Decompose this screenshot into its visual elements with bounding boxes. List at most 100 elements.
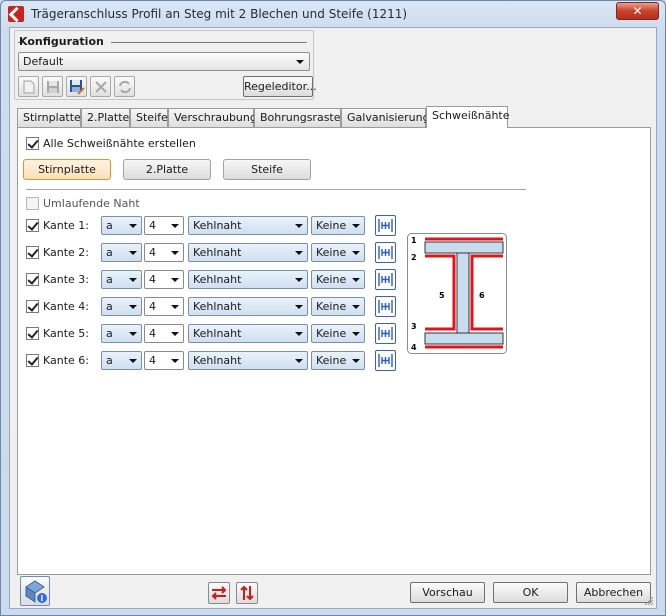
- kante-1-label: Kante 1:: [43, 219, 90, 232]
- delete-config-button[interactable]: [90, 76, 111, 97]
- swap-vertical-button[interactable]: [236, 582, 258, 604]
- kante-5-type-select[interactable]: a: [101, 324, 142, 343]
- kante-3-seam-select[interactable]: Kehlnaht: [188, 270, 308, 289]
- info-button[interactable]: i: [20, 576, 50, 606]
- kante-4-weld-symbol-button[interactable]: [375, 296, 396, 317]
- kante-3-weld-symbol-button[interactable]: [375, 269, 396, 290]
- save-icon: [46, 81, 59, 93]
- chevron-down-icon: [171, 359, 179, 363]
- kante-5-weld-symbol-button[interactable]: [375, 323, 396, 344]
- vorschau-button[interactable]: Vorschau: [410, 582, 485, 603]
- kante-5-seam-value: Kehlnaht: [193, 327, 242, 340]
- kante-5-seam-select[interactable]: Kehlnaht: [188, 324, 308, 343]
- kante-4-seam-select[interactable]: Kehlnaht: [188, 297, 308, 316]
- kante-5-label: Kante 5:: [43, 327, 90, 340]
- kante-1-seam-select[interactable]: Kehlnaht: [188, 216, 308, 235]
- kante-6-seam-select[interactable]: Kehlnaht: [188, 351, 308, 370]
- kante-1-weld-symbol-button[interactable]: [375, 215, 396, 236]
- svg-text:i: i: [41, 594, 44, 603]
- kante-3-checkbox[interactable]: [26, 273, 39, 286]
- kante-6-seam-value: Kehlnaht: [193, 354, 242, 367]
- tab-stirnplatte[interactable]: Stirnplatte: [17, 108, 81, 127]
- kante-5-checkbox[interactable]: [26, 327, 39, 340]
- refresh-config-button[interactable]: [114, 76, 135, 97]
- kante-2-extra-select[interactable]: Keine: [311, 243, 365, 262]
- config-legend: Konfiguration: [19, 35, 104, 48]
- steife-button[interactable]: Steife: [223, 159, 311, 180]
- info-document-icon: i: [25, 580, 47, 603]
- tab-2-platte[interactable]: 2.Platte: [81, 108, 130, 127]
- new-config-button[interactable]: [18, 76, 39, 97]
- tab-schweissnaehte[interactable]: Schweißnähte: [426, 106, 510, 128]
- chevron-down-icon: [352, 332, 360, 336]
- kante-3-type-select[interactable]: a: [101, 270, 142, 289]
- weld-symbol-icon: [378, 273, 393, 286]
- stirnplatte-button[interactable]: Stirnplatte: [23, 159, 111, 180]
- kante-5-size-value: 4: [149, 327, 156, 340]
- save-config-button[interactable]: [42, 76, 63, 97]
- resize-grip-icon[interactable]: [644, 596, 654, 606]
- kante-6-extra-select[interactable]: Keine: [311, 351, 365, 370]
- chevron-down-icon: [295, 224, 303, 228]
- kante-2-type-select[interactable]: a: [101, 243, 142, 262]
- kante-3-size-select[interactable]: 4: [144, 270, 184, 289]
- tab-steife[interactable]: Steife: [130, 108, 168, 127]
- kante-5-size-select[interactable]: 4: [144, 324, 184, 343]
- kante-4-checkbox[interactable]: [26, 300, 39, 313]
- kante-2-weld-symbol-button[interactable]: [375, 242, 396, 263]
- kante-1-size-select[interactable]: 4: [144, 216, 184, 235]
- kante-5-type-value: a: [106, 327, 113, 340]
- kante-2-size-select[interactable]: 4: [144, 243, 184, 262]
- separator: [26, 189, 526, 190]
- ok-button[interactable]: OK: [493, 582, 568, 603]
- kante-2-checkbox[interactable]: [26, 246, 39, 259]
- chevron-down-icon: [296, 60, 304, 64]
- kante-6-weld-symbol-button[interactable]: [375, 350, 396, 371]
- kante-4-extra-select[interactable]: Keine: [311, 297, 365, 316]
- kante-5-extra-value: Keine: [316, 327, 347, 340]
- tab-verschraubung[interactable]: Verschraubung: [168, 108, 257, 127]
- refresh-icon: [118, 80, 131, 94]
- save-as-config-button[interactable]: [66, 76, 87, 97]
- config-frame-line: [111, 42, 307, 43]
- kante-5-extra-select[interactable]: Keine: [311, 324, 365, 343]
- web-shape: [456, 252, 470, 334]
- swap-horizontal-button[interactable]: [208, 582, 230, 604]
- tab-bohrungsraster[interactable]: Bohrungsraster: [254, 108, 345, 127]
- kante-1-checkbox[interactable]: [26, 219, 39, 232]
- kante-1-type-select[interactable]: a: [101, 216, 142, 235]
- kante-4-size-select[interactable]: 4: [144, 297, 184, 316]
- 2-platte-button[interactable]: 2.Platte: [123, 159, 211, 180]
- kante-3-size-value: 4: [149, 273, 156, 286]
- kante-6-size-select[interactable]: 4: [144, 351, 184, 370]
- diagram-label-2: 2: [411, 253, 417, 262]
- bottom-flange-shape: [424, 332, 504, 345]
- save-as-icon: [69, 80, 85, 95]
- kante-1-extra-select[interactable]: Keine: [311, 216, 365, 235]
- kante-4-type-select[interactable]: a: [101, 297, 142, 316]
- kante-6-size-value: 4: [149, 354, 156, 367]
- kante-3-seam-value: Kehlnaht: [193, 273, 242, 286]
- kante-6-type-select[interactable]: a: [101, 351, 142, 370]
- chevron-down-icon: [171, 278, 179, 282]
- kante-6-type-value: a: [106, 354, 113, 367]
- kante-2-type-value: a: [106, 246, 113, 259]
- regeleditor-button[interactable]: Regeleditor...: [243, 76, 317, 97]
- config-select[interactable]: Default: [18, 52, 310, 71]
- kante-3-type-value: a: [106, 273, 113, 286]
- kante-4-label: Kante 4:: [43, 300, 90, 313]
- chevron-down-icon: [171, 224, 179, 228]
- abbrechen-button[interactable]: Abbrechen: [576, 582, 651, 603]
- alle-schweissnaehte-checkbox[interactable]: [26, 137, 39, 150]
- umlaufende-naht-checkbox[interactable]: [26, 197, 39, 210]
- kante-6-checkbox[interactable]: [26, 354, 39, 367]
- tab-galvanisierung[interactable]: Galvanisierung: [341, 108, 430, 127]
- title-bar[interactable]: Trägeranschluss Profil an Steg mit 2 Ble…: [1, 1, 665, 27]
- diagram-label-6: 6: [479, 291, 485, 300]
- kante-1-extra-value: Keine: [316, 219, 347, 232]
- close-button[interactable]: ✕: [616, 2, 659, 20]
- kante-3-extra-select[interactable]: Keine: [311, 270, 365, 289]
- kante-2-seam-select[interactable]: Kehlnaht: [188, 243, 308, 262]
- kante-4-size-value: 4: [149, 300, 156, 313]
- kante-3-extra-value: Keine: [316, 273, 347, 286]
